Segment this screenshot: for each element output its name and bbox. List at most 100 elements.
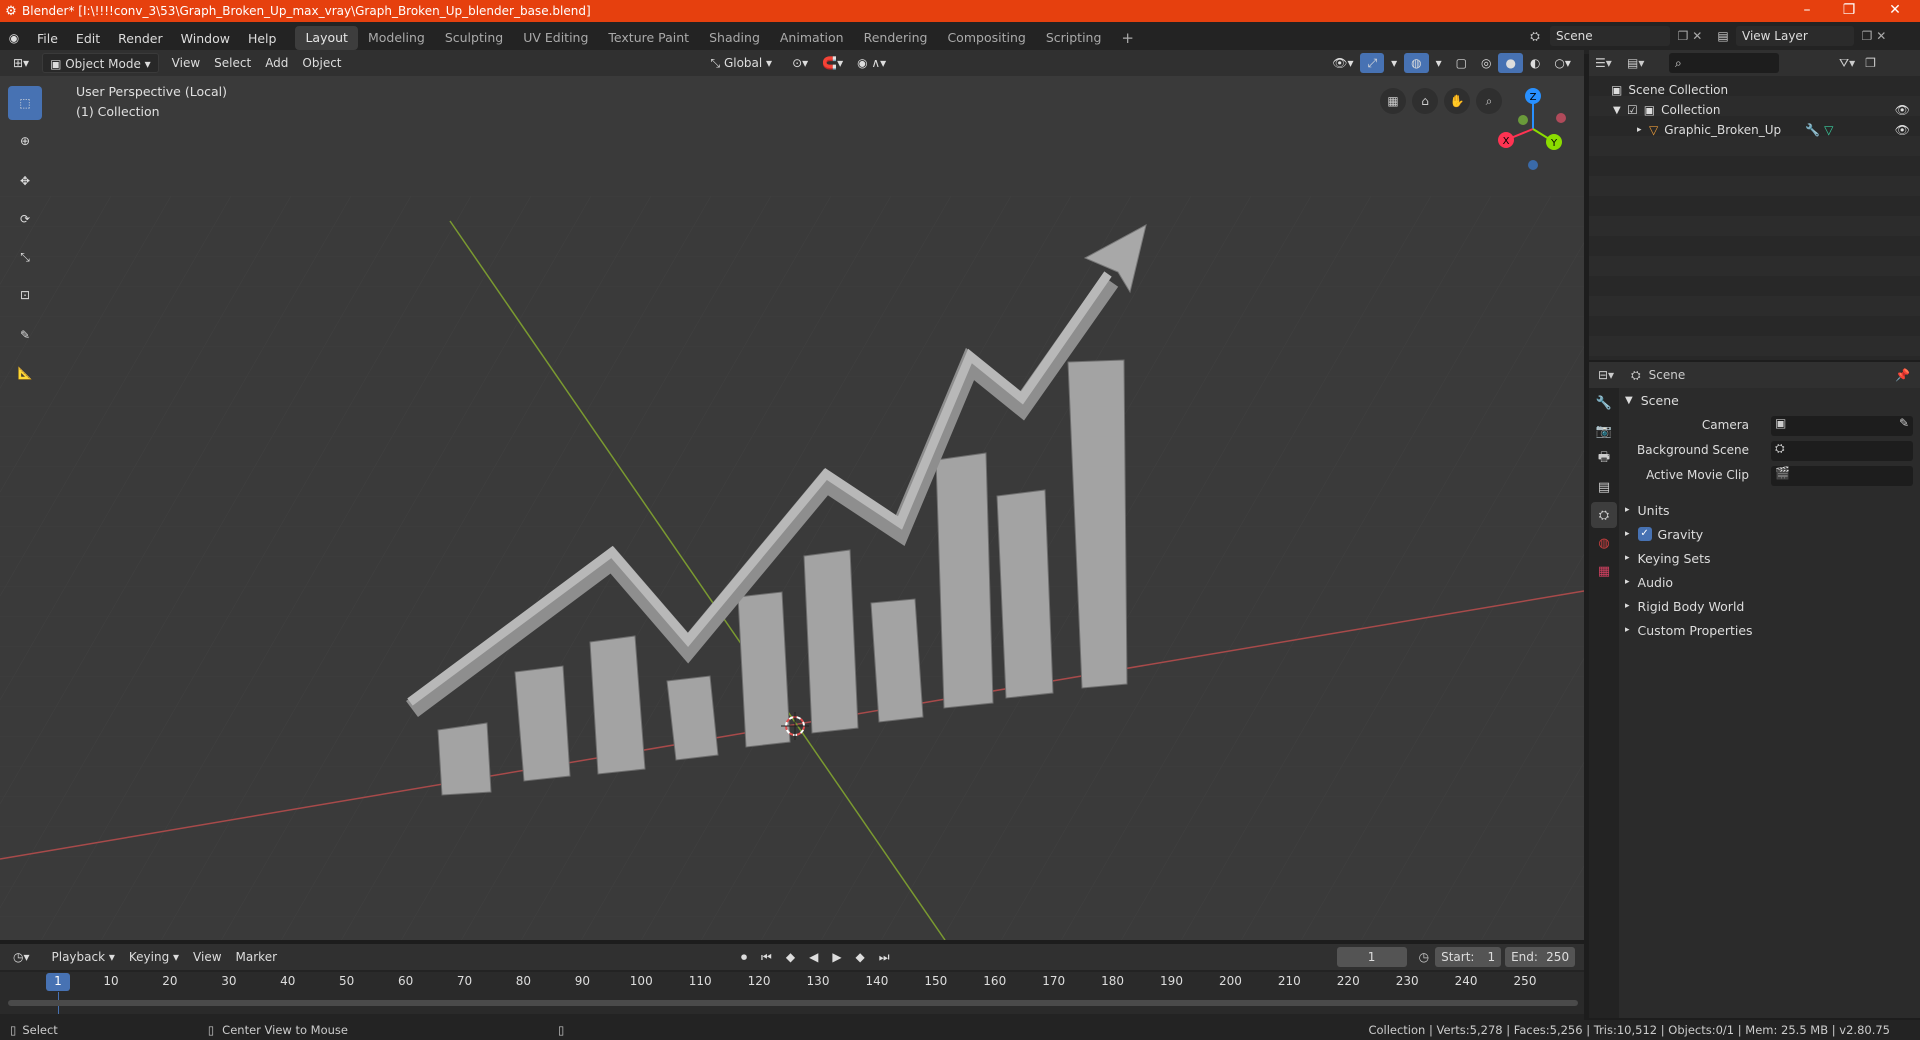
menu-timeline-view[interactable]: View	[186, 947, 228, 967]
transform-orientation-dropdown[interactable]: ⤡ Global ▾	[704, 53, 780, 73]
output-tab-icon[interactable]: 🖶	[1591, 446, 1617, 472]
jump-keyframe-back-button[interactable]: ◆	[779, 947, 802, 967]
end-frame-field[interactable]: End: 250	[1505, 947, 1576, 967]
play-reverse-button[interactable]: ◀	[802, 947, 825, 967]
tab-compositing[interactable]: Compositing	[937, 26, 1035, 50]
snap-icon[interactable]: 🧲▾	[815, 53, 850, 73]
tab-shading[interactable]: Shading	[699, 26, 770, 50]
menu-edit[interactable]: Edit	[67, 31, 109, 46]
expand-arrow-icon[interactable]: ▼	[1613, 105, 1627, 116]
scene-collection-row[interactable]: ▣ Scene Collection	[1589, 80, 1920, 100]
shading-material-icon[interactable]: ◐	[1523, 53, 1547, 73]
current-frame-field[interactable]: 1	[1336, 947, 1407, 967]
overlay-dropdown-icon[interactable]: ▾	[1429, 53, 1449, 73]
world-tab-icon[interactable]: ◍	[1591, 530, 1617, 556]
start-frame-field[interactable]: Start: 1	[1435, 947, 1502, 967]
cursor-tool-icon[interactable]: ⊕	[8, 124, 42, 158]
tab-scripting[interactable]: Scripting	[1036, 26, 1112, 50]
shading-wireframe-icon[interactable]: ◎	[1474, 53, 1498, 73]
pan-view-icon[interactable]: ✋	[1444, 88, 1470, 114]
modifier-wrench-icon[interactable]: 🔧	[1805, 123, 1820, 137]
view-layer-tab-icon[interactable]: ▤	[1591, 474, 1617, 500]
outliner-search-input[interactable]: ⌕	[1669, 53, 1779, 73]
gravity-checkbox[interactable]: ✓	[1637, 527, 1652, 541]
eye-icon[interactable]: 👁	[1895, 103, 1910, 117]
render-tab-icon[interactable]: 📷	[1591, 418, 1617, 444]
mode-dropdown[interactable]: ▣ Object Mode ▾	[42, 53, 159, 73]
eye-icon[interactable]: 👁	[1895, 123, 1910, 137]
new-collection-icon[interactable]: ❐	[1865, 56, 1876, 70]
menu-file[interactable]: File	[28, 31, 67, 46]
visibility-icon[interactable]: 👁▾	[1325, 53, 1360, 73]
close-button[interactable]: ✕	[1872, 0, 1918, 22]
filter-icon[interactable]: ⛛▾	[1839, 56, 1855, 71]
mesh-data-icon[interactable]: ▽	[1824, 123, 1833, 137]
gizmo-toggle-icon[interactable]: ⤢	[1360, 53, 1385, 73]
blender-menu-icon[interactable]: ◉	[0, 31, 28, 45]
minimize-button[interactable]: –	[1784, 0, 1830, 22]
collection-row[interactable]: ▼ ☑ ▣ Collection 👁	[1589, 100, 1920, 120]
jump-end-button[interactable]: ⏭	[872, 947, 897, 967]
tab-texture-paint[interactable]: Texture Paint	[598, 26, 699, 50]
pivot-point-icon[interactable]: ⊙▾	[785, 53, 815, 73]
camera-field[interactable]: ▣ ✎	[1771, 416, 1913, 436]
gizmo-dropdown-icon[interactable]: ▾	[1384, 53, 1404, 73]
background-scene-field[interactable]: ⛭	[1771, 441, 1913, 461]
properties-editor-icon[interactable]: ⊟▾	[1589, 368, 1623, 382]
timeline-body[interactable]	[0, 992, 1584, 1014]
pin-icon[interactable]: 📌	[1895, 368, 1910, 382]
menu-marker[interactable]: Marker	[229, 947, 284, 967]
tab-animation[interactable]: Animation	[770, 26, 854, 50]
measure-tool-icon[interactable]: 📐	[8, 356, 42, 390]
tool-tab-icon[interactable]: 🔧	[1591, 390, 1617, 416]
timeline-editor-icon[interactable]: ◷▾	[6, 947, 37, 967]
tab-layout[interactable]: Layout	[295, 26, 358, 50]
scene-panel-header[interactable]: ▼ Scene	[1625, 390, 1679, 410]
scene-field[interactable]: Scene	[1550, 26, 1670, 46]
xray-toggle-icon[interactable]: ▢	[1449, 53, 1474, 73]
add-workspace-button[interactable]: +	[1111, 26, 1144, 50]
menu-window[interactable]: Window	[172, 31, 239, 46]
object-row[interactable]: ▸ ▽ Graphic_Broken_Up 🔧 ▽ 👁	[1589, 120, 1920, 140]
menu-keying[interactable]: Keying ▾	[122, 947, 186, 967]
select-box-tool-icon[interactable]: ⬚	[8, 86, 42, 120]
texture-tab-icon[interactable]: ▦	[1591, 558, 1617, 584]
proportional-editing-icon[interactable]: ◉ ∧▾	[850, 53, 893, 73]
menu-render[interactable]: Render	[109, 31, 172, 46]
menu-object[interactable]: Object	[295, 53, 348, 73]
scale-tool-icon[interactable]: ⤡	[8, 240, 42, 274]
play-button[interactable]: ▶	[825, 947, 848, 967]
outliner-editor-icon[interactable]: ☰▾	[1595, 56, 1627, 70]
tab-uv-editing[interactable]: UV Editing	[513, 26, 598, 50]
units-panel[interactable]: ▸ Units	[1625, 500, 1670, 520]
editor-type-icon[interactable]: ⊞▾	[6, 53, 36, 73]
ortho-toggle-icon[interactable]: ▦	[1380, 88, 1406, 114]
maximize-button[interactable]: ❐	[1826, 0, 1872, 22]
active-movie-clip-field[interactable]: 🎬	[1771, 466, 1913, 486]
scene-tab-icon[interactable]: ⛭	[1591, 502, 1617, 528]
audio-panel[interactable]: ▸ Audio	[1625, 572, 1673, 592]
eyedropper-icon[interactable]: ✎	[1899, 416, 1909, 430]
camera-view-icon[interactable]: ⌂	[1412, 88, 1438, 114]
expand-arrow-icon[interactable]: ▸	[1637, 125, 1649, 135]
tab-rendering[interactable]: Rendering	[854, 26, 938, 50]
clock-icon[interactable]: ◷	[1419, 950, 1429, 964]
jump-keyframe-forward-button[interactable]: ◆	[849, 947, 872, 967]
shading-rendered-icon[interactable]: ○▾	[1547, 53, 1578, 73]
menu-help[interactable]: Help	[239, 31, 286, 46]
keying-sets-panel[interactable]: ▸ Keying Sets	[1625, 548, 1711, 568]
rigid-body-world-panel[interactable]: ▸ Rigid Body World	[1625, 596, 1744, 616]
overlay-toggle-icon[interactable]: ◍	[1404, 53, 1429, 73]
gravity-panel[interactable]: ▸ ✓ Gravity	[1625, 524, 1703, 544]
navigation-gizmo[interactable]: Z X Y	[1488, 84, 1578, 174]
view-layer-field[interactable]: View Layer	[1736, 26, 1854, 46]
tab-modeling[interactable]: Modeling	[358, 26, 435, 50]
shading-solid-icon[interactable]: ●	[1498, 53, 1523, 73]
move-tool-icon[interactable]: ✥	[8, 164, 42, 198]
display-mode-icon[interactable]: ▤▾	[1627, 56, 1657, 70]
rotate-tool-icon[interactable]: ⟳	[8, 202, 42, 236]
menu-select[interactable]: Select	[207, 53, 258, 73]
menu-playback[interactable]: Playback ▾	[45, 947, 122, 967]
transform-tool-icon[interactable]: ⊡	[8, 278, 42, 312]
new-view-layer-icon[interactable]: ❐ ✕	[1854, 29, 1894, 43]
